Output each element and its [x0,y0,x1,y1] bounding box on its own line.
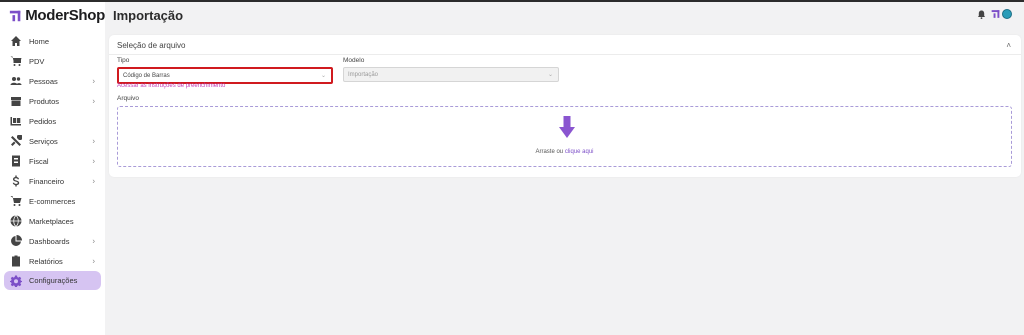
fiscal-icon [9,155,22,168]
chevron-right-icon: › [92,76,95,86]
sidebar-item-label: E-commerces [29,196,76,206]
sidebar-item-label: Pessoas [29,76,58,86]
sidebar-item-financeiro[interactable]: Financeiro › [0,171,105,191]
click-here-link[interactable]: clique aqui [565,149,594,155]
sidebar-item-pedidos[interactable]: Pedidos [0,111,105,131]
sidebar-item-pessoas[interactable]: Pessoas › [0,71,105,91]
chevron-down-icon: ⌄ [547,72,553,78]
instructions-link[interactable]: Acessar as instruções de preenchimento [117,83,225,89]
chevron-right-icon: › [92,256,95,266]
sidebar-item-ecommerces[interactable]: E-commerces [0,191,105,211]
ecommerce-icon [9,195,22,208]
sidebar-item-fiscal[interactable]: Fiscal › [0,151,105,171]
topbar: Importação [105,2,1024,29]
box-icon [9,95,22,108]
pie-chart-icon [9,235,22,248]
sidebar-item-label: PDV [29,56,45,66]
modelo-select[interactable]: Importação ⌄ [343,67,559,82]
page-title: Importação [113,8,184,23]
avatar[interactable] [1002,9,1012,19]
sidebar-item-label: Fiscal [29,156,49,166]
sidebar-item-pdv[interactable]: PDV [0,51,105,71]
sidebar-item-configuracoes[interactable]: Configurações [4,271,101,290]
dropzone-prefix: Arraste ou [535,149,564,155]
topbar-actions [977,9,1012,19]
tipo-select-value: Código de Barras [123,72,170,79]
divider [109,54,1021,55]
sidebar: ModerShop Home PDV Pessoas › Produtos › … [0,2,105,335]
chevron-right-icon: › [92,156,95,166]
clipboard-icon [9,255,22,268]
dollar-icon [9,175,22,188]
sidebar-item-label: Home [29,36,50,46]
brand-name: ModerShop [25,7,105,24]
card-title: Seleção de arquivo [117,41,186,50]
arrow-down-icon [559,116,575,138]
chevron-right-icon: › [92,176,95,186]
sidebar-item-produtos[interactable]: Produtos › [0,91,105,111]
file-selection-card: Seleção de arquivo ˄ Tipo Código de Barr… [109,35,1021,177]
modelo-select-value: Importação [348,71,379,78]
chevron-right-icon: › [92,136,95,146]
sidebar-item-label: Marketplaces [29,216,74,226]
globe-icon [9,215,22,228]
bell-icon[interactable] [977,9,986,19]
brand-mark-icon[interactable] [991,9,1000,19]
sidebar-item-label: Produtos [29,96,60,106]
sidebar-item-relatorios[interactable]: Relatórios › [0,251,105,271]
modelo-label: Modelo [343,57,365,64]
sidebar-item-label: Dashboards [29,236,70,246]
gear-icon [9,274,22,287]
sidebar-item-home[interactable]: Home [0,31,105,51]
tipo-label: Tipo [117,57,130,64]
chevron-right-icon: › [92,96,95,106]
sidebar-item-servicos[interactable]: Serviços › [0,131,105,151]
sidebar-item-label: Configurações [29,276,78,285]
people-icon [9,75,22,88]
tools-icon [9,135,22,148]
chevron-down-icon: ⌄ [320,73,326,79]
sidebar-item-label: Financeiro [29,176,65,186]
tipo-select[interactable]: Código de Barras ⌄ [117,67,333,84]
sidebar-nav: Home PDV Pessoas › Produtos › Pedidos Se… [0,31,105,290]
home-icon [9,35,22,48]
dropzone-text: Arraste ou clique aqui [118,149,1011,155]
sidebar-item-marketplaces[interactable]: Marketplaces [0,211,105,231]
orders-icon [9,115,22,128]
brand-logo[interactable]: ModerShop [0,2,105,29]
arquivo-label: Arquivo [117,95,140,102]
sidebar-item-label: Pedidos [29,116,57,126]
sidebar-item-label: Relatórios [29,256,63,266]
sidebar-item-label: Serviços [29,136,58,146]
chevron-right-icon: › [92,236,95,246]
brand-mark-icon [9,10,21,21]
cart-icon [9,55,22,68]
file-dropzone[interactable]: Arraste ou clique aqui [117,106,1012,167]
collapse-icon[interactable]: ˄ [1006,41,1011,50]
sidebar-item-dashboards[interactable]: Dashboards › [0,231,105,251]
